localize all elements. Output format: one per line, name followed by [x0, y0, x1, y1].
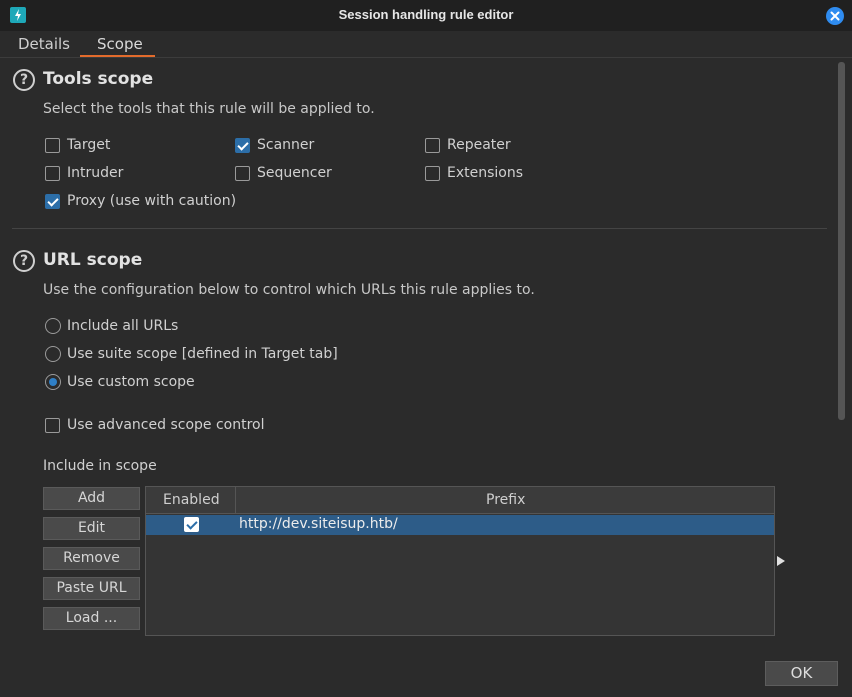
include-all-urls-label: Include all URLs	[67, 318, 179, 334]
advanced-scope-label: Use advanced scope control	[67, 417, 265, 433]
close-icon[interactable]	[826, 7, 844, 25]
vertical-scrollbar[interactable]	[838, 62, 845, 420]
help-icon[interactable]: ?	[13, 69, 35, 91]
tool-repeater-option[interactable]: Repeater	[425, 135, 511, 155]
extensions-label: Extensions	[447, 165, 524, 181]
row-enabled-checkbox[interactable]	[184, 517, 199, 532]
tool-sequencer-option[interactable]: Sequencer	[235, 163, 332, 183]
sequencer-label: Sequencer	[257, 165, 332, 181]
active-tab-indicator	[80, 55, 155, 57]
scanner-label: Scanner	[257, 137, 315, 153]
tools-scope-title: Tools scope	[43, 69, 154, 89]
mouse-pointer-icon	[777, 556, 785, 566]
repeater-checkbox[interactable]	[425, 137, 440, 153]
scanner-checkbox[interactable]	[235, 137, 250, 153]
tab-bar: Details Scope	[0, 31, 852, 58]
advanced-scope-option[interactable]: Use advanced scope control	[45, 415, 265, 435]
extensions-checkbox[interactable]	[425, 165, 440, 181]
title-bar: Session handling rule editor	[0, 0, 852, 31]
include-in-scope-label: Include in scope	[43, 458, 157, 474]
target-checkbox[interactable]	[45, 137, 60, 153]
custom-scope-radio[interactable]	[45, 374, 61, 390]
tab-details[interactable]: Details	[18, 35, 70, 53]
target-label: Target	[67, 137, 111, 153]
scope-table[interactable]: Enabled Prefix http://dev.siteisup.htb/	[145, 486, 775, 636]
url-scope-description: Use the configuration below to control w…	[43, 282, 535, 298]
table-row[interactable]: http://dev.siteisup.htb/	[146, 515, 774, 535]
url-scope-title: URL scope	[43, 250, 143, 270]
include-all-urls-option[interactable]: Include all URLs	[45, 316, 178, 336]
sequencer-checkbox[interactable]	[235, 165, 250, 181]
row-prefix: http://dev.siteisup.htb/	[239, 516, 398, 532]
advanced-scope-checkbox[interactable]	[45, 417, 60, 433]
help-icon[interactable]: ?	[13, 250, 35, 272]
tool-extensions-option[interactable]: Extensions	[425, 163, 523, 183]
tool-proxy-option[interactable]: Proxy (use with caution)	[45, 191, 236, 211]
paste-url-button[interactable]: Paste URL	[43, 577, 140, 600]
remove-button[interactable]: Remove	[43, 547, 140, 570]
window-title: Session handling rule editor	[338, 7, 514, 22]
ok-button[interactable]: OK	[765, 661, 838, 686]
column-prefix-header[interactable]: Prefix	[486, 492, 525, 508]
custom-scope-label: Use custom scope	[67, 374, 195, 390]
tool-intruder-option[interactable]: Intruder	[45, 163, 123, 183]
column-enabled-header[interactable]: Enabled	[163, 492, 220, 508]
suite-scope-label: Use suite scope [defined in Target tab]	[67, 346, 338, 362]
suite-scope-option[interactable]: Use suite scope [defined in Target tab]	[45, 344, 338, 364]
tab-scope[interactable]: Scope	[97, 35, 143, 53]
intruder-checkbox[interactable]	[45, 165, 60, 181]
custom-scope-option[interactable]: Use custom scope	[45, 372, 195, 392]
column-separator[interactable]	[235, 487, 236, 514]
suite-scope-radio[interactable]	[45, 346, 61, 362]
section-divider	[12, 228, 827, 229]
proxy-checkbox[interactable]	[45, 193, 60, 209]
tool-scanner-option[interactable]: Scanner	[235, 135, 314, 155]
repeater-label: Repeater	[447, 137, 511, 153]
tools-scope-description: Select the tools that this rule will be …	[43, 101, 375, 117]
table-header: Enabled Prefix	[146, 487, 774, 514]
load-button[interactable]: Load ...	[43, 607, 140, 630]
proxy-label: Proxy (use with caution)	[67, 193, 237, 209]
edit-button[interactable]: Edit	[43, 517, 140, 540]
include-all-urls-radio[interactable]	[45, 318, 61, 334]
tool-target-option[interactable]: Target	[45, 135, 110, 155]
add-button[interactable]: Add	[43, 487, 140, 510]
intruder-label: Intruder	[67, 165, 124, 181]
